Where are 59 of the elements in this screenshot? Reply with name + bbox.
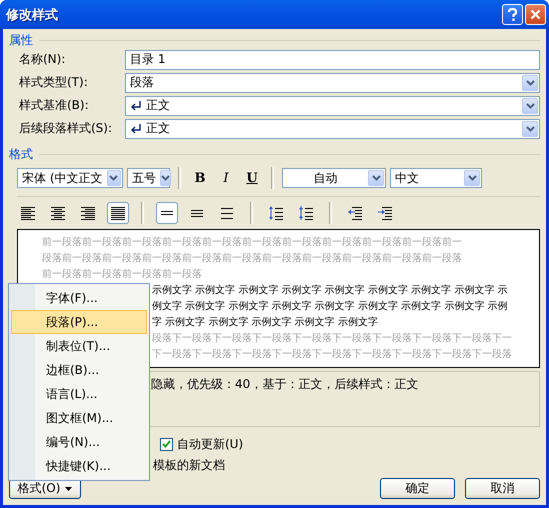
preview-text: 段落前一段落前一段落前一段落前一段落前一段落前一段落前一段落前一段落前一段落前一段落 [42,252,462,266]
align-center-icon [50,205,66,221]
toolbar-button[interactable] [156,202,178,224]
dropdown-field[interactable]: 五号 [127,168,170,188]
preview-text: 前一段落前一段落前一段落前一段落前一段落前一段落前一段落前一段落前一段落前一段落前一 [42,236,462,250]
dropdown-field[interactable]: 段落 [125,72,540,92]
outdent-icon [347,205,363,221]
section-title: 属性 [9,32,33,48]
italic-button[interactable]: I [215,167,237,189]
close-icon [530,9,541,20]
window-title: 修改样式 [4,6,59,24]
menu-item[interactable]: 编号(N)... [11,430,147,454]
help-button[interactable] [502,4,523,25]
return-arrow-icon [130,123,142,134]
dropdown-field[interactable]: 自动 [282,168,386,188]
double-spacing-icon [219,205,235,221]
caret-icon [65,486,72,490]
spacing-arrows-icon [268,205,284,221]
bold-button[interactable]: B [189,167,211,189]
section-title: 格式 [9,146,33,162]
check-icon [162,440,171,448]
input-field[interactable]: 目录 1 [125,50,540,70]
return-arrow-icon [130,100,142,111]
menu-item[interactable]: 制表位(T)... [11,334,147,358]
menu-item[interactable]: 图文框(M)... [11,406,147,430]
spacing-arrows-icon [298,205,314,221]
dropdown-field[interactable]: 正文 [125,96,540,116]
field-label: 样式类型(T): [19,74,89,91]
field-label: 后续段落样式(S): [19,120,114,137]
ok-button[interactable]: 确定 [380,478,455,499]
sample-text: 示例文字 示例文字 示例文字 示例文字 示例文字 示例文字 示例文字 示例文字 示 [152,284,508,298]
preview-text: 下一段落下一段落下一段落下一段落下一段落下一段落下一段落下一段落下一段落 [152,348,512,362]
help-icon [507,8,518,21]
checkbox[interactable] [160,438,173,450]
description-text: 隐藏，优先级：40，基于：正文，后续样式：正文 [151,377,418,391]
indent-icon [377,205,393,221]
menu-item[interactable]: 快捷键(K)... [11,454,147,478]
field-label: 样式基准(B): [19,97,90,114]
underline-button[interactable]: U [241,167,263,189]
menu-item[interactable]: 边框(B)... [11,358,147,382]
dropdown-field[interactable]: 宋体 (中文正文 [17,168,123,188]
menu-item[interactable]: 语言(L)... [11,382,147,406]
menu-item[interactable]: 段落(P)... [11,310,147,334]
sample-text: 字 示例文字 示例文字 示例文字 示例文字 示例文字 [152,316,378,330]
preview-text: 前一段落前一段落前一段落前一段落 [42,268,202,282]
sample-text: 例文字 示例文字 示例文字 示例文字 示例文字 示例文字 示例文字 示例文字 示例 [152,300,508,314]
close-button[interactable] [525,4,546,25]
menu-item[interactable]: 字体(F)... [11,286,147,310]
justify-icon [110,205,126,221]
preview-text: 段落下一段落下一段落下一段落下一段落下一段落下一段落下一段落下一段落下一 [152,332,512,346]
field-label: 名称(N): [19,51,66,68]
checkbox-label: 自动更新(U) [177,436,244,452]
dropdown-field[interactable]: 中文 [390,168,482,188]
dropdown-field[interactable]: 正文 [125,118,540,138]
align-right-icon [80,205,96,221]
toolbar-button[interactable] [107,202,129,224]
cancel-button[interactable]: 取消 [465,478,540,499]
option-label: 模板的新文档 [153,457,226,474]
align-left-icon [20,205,36,221]
